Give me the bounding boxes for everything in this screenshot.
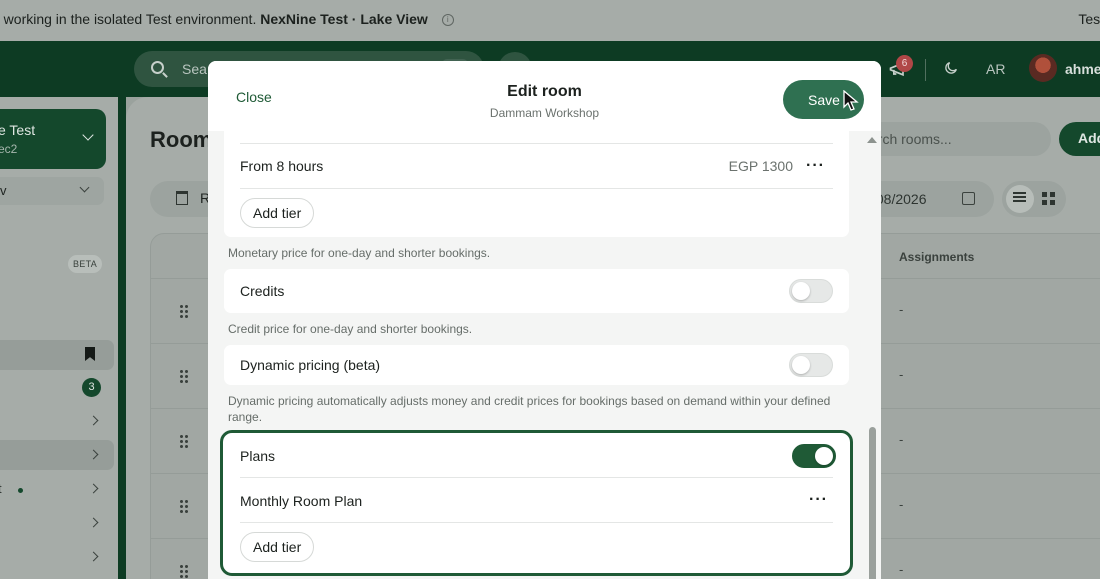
- row-divider: [240, 188, 833, 189]
- sidebar-border: [118, 97, 126, 579]
- search-icon: [151, 61, 164, 74]
- user-avatar[interactable]: [1029, 54, 1057, 82]
- dark-mode-moon-icon[interactable]: [943, 60, 959, 81]
- page-title: Room: [150, 127, 213, 152]
- credits-label: Credits: [240, 283, 285, 299]
- info-icon[interactable]: i: [441, 14, 454, 27]
- dialog-subtitle: Dammam Workshop: [489, 106, 600, 120]
- chevron-right-icon[interactable]: [88, 415, 99, 426]
- divider: [925, 59, 926, 81]
- environment-message: e working in the isolated Test environme…: [0, 11, 454, 27]
- rooms-search-input[interactable]: arch rooms...: [856, 122, 1051, 156]
- table-cell-assignments: -: [899, 562, 904, 577]
- location-selector-label: v: [0, 183, 7, 198]
- organization-name: e Test: [0, 122, 36, 138]
- row-divider: [240, 522, 833, 523]
- organization-id: ec2: [0, 142, 18, 156]
- price-tier-label: From 8 hours: [240, 158, 324, 174]
- sidebar-count-badge: 3: [82, 378, 101, 397]
- environment-banner: e working in the isolated Test environme…: [0, 0, 1100, 41]
- global-search-placeholder: Sea: [182, 61, 207, 77]
- notifications-count-badge: 6: [896, 55, 913, 72]
- more-options-icon[interactable]: ···: [809, 492, 828, 508]
- chevron-down-icon: [82, 129, 94, 141]
- credits-help-text: Credit price for one-day and shorter boo…: [228, 322, 473, 336]
- plans-toggle[interactable]: [792, 444, 836, 468]
- add-tier-button[interactable]: Add tier: [240, 198, 315, 228]
- environment-label-right: Test: [1078, 11, 1100, 27]
- save-button-label: Save: [808, 92, 840, 108]
- row-divider: [240, 477, 833, 478]
- price-tier-amount: EGP 1300: [728, 158, 793, 174]
- drag-handle-icon[interactable]: [179, 304, 189, 318]
- more-options-icon[interactable]: ···: [806, 158, 825, 174]
- plans-card: Plans Monthly Room Plan ··· Add tier: [220, 430, 853, 576]
- chevron-down-icon: [79, 182, 90, 193]
- add-room-label: Add: [1078, 130, 1100, 146]
- chevron-right-icon[interactable]: [88, 551, 99, 562]
- plan-name: Monthly Room Plan: [240, 493, 363, 509]
- plans-label: Plans: [240, 448, 276, 464]
- chevron-right-icon[interactable]: [88, 517, 99, 528]
- edit-room-dialog: Close Edit room Dammam Workshop Save Fro…: [208, 61, 881, 579]
- row-divider: [240, 143, 833, 144]
- scrollbar-thumb[interactable]: [869, 427, 876, 579]
- calendar-icon: [962, 192, 975, 205]
- chevron-right-icon[interactable]: [88, 483, 99, 494]
- user-name[interactable]: ahme: [1065, 61, 1100, 77]
- drag-handle-icon[interactable]: [179, 434, 189, 448]
- view-mode-toggle[interactable]: [1002, 181, 1066, 217]
- scroll-up-arrow-icon[interactable]: [867, 137, 877, 143]
- table-cell-assignments: -: [899, 367, 904, 382]
- list-icon: [1013, 192, 1026, 202]
- dynamic-pricing-card: Dynamic pricing (beta): [224, 345, 849, 385]
- environment-message-text: e working in the isolated Test environme…: [0, 11, 261, 27]
- monetary-help-text: Monetary price for one-day and shorter b…: [228, 246, 491, 260]
- table-cell-assignments: -: [899, 302, 904, 317]
- column-header-assignments: Assignments: [899, 250, 975, 264]
- environment-name: NexNine Test · Lake View: [260, 11, 428, 27]
- language-switch-button[interactable]: AR: [986, 61, 1005, 77]
- dynamic-pricing-help-text: Dynamic pricing automatically adjusts mo…: [228, 394, 831, 424]
- dynamic-pricing-label: Dynamic pricing (beta): [240, 357, 381, 373]
- location-selector[interactable]: v: [0, 177, 104, 205]
- drag-handle-icon[interactable]: [179, 499, 189, 513]
- credits-card: Credits: [224, 269, 849, 313]
- organization-switcher[interactable]: e Test ec2: [0, 109, 106, 169]
- sidebar-item-bookmarked[interactable]: [0, 340, 114, 370]
- price-tiers-card: From 8 hours EGP 1300 ··· Add tier: [224, 121, 849, 237]
- sidebar-item-label: t: [0, 481, 2, 496]
- table-cell-assignments: -: [899, 432, 904, 447]
- table-cell-assignments: -: [899, 497, 904, 512]
- mouse-cursor-icon: [843, 90, 859, 111]
- drag-handle-icon[interactable]: [179, 369, 189, 383]
- add-plan-tier-button[interactable]: Add tier: [240, 532, 315, 562]
- dialog-title: Edit room: [507, 83, 582, 100]
- grid-icon[interactable]: [1042, 192, 1055, 205]
- rooms-search-placeholder: arch rooms...: [870, 131, 952, 147]
- room-icon: [176, 191, 188, 205]
- sidebar: e Test ec2 v BETA 3 t: [0, 97, 118, 579]
- drag-handle-icon[interactable]: [179, 564, 189, 578]
- status-dot: [18, 488, 23, 493]
- dynamic-pricing-toggle[interactable]: [789, 353, 833, 377]
- credits-toggle[interactable]: [789, 279, 833, 303]
- add-room-button[interactable]: Add: [1059, 122, 1100, 156]
- beta-badge: BETA: [68, 255, 102, 273]
